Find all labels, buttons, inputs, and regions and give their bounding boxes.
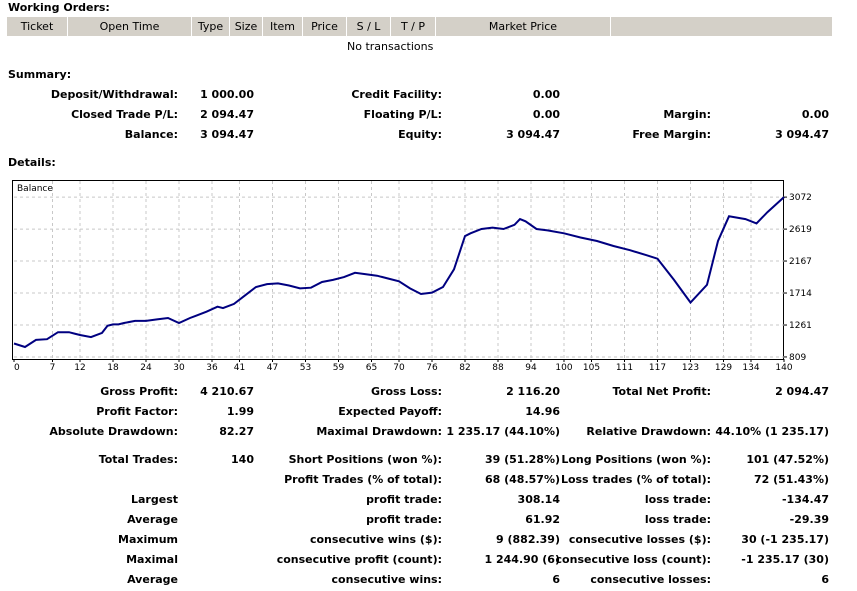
average-profit-label: profit trade:: [366, 513, 442, 526]
absolute-drawdown-label: Absolute Drawdown:: [49, 425, 178, 438]
y-tick-label: 1261: [789, 321, 812, 331]
average-consecutive-label: Average: [127, 573, 178, 586]
largest-loss-label: loss trade:: [644, 493, 711, 506]
maximal-label: Maximal: [126, 553, 178, 566]
average-label: Average: [127, 513, 178, 526]
loss-trades-label: Loss trades (% of total):: [560, 473, 711, 486]
y-tick-label: 3072: [789, 193, 812, 203]
max-consecutive-wins-label: consecutive wins ($):: [309, 533, 442, 546]
profit-factor-value: 1.99: [226, 405, 254, 418]
x-tick-label: 117: [649, 363, 666, 373]
relative-drawdown-value: 44.10% (1 235.17): [715, 425, 829, 438]
long-positions-label: Long Positions (won %):: [561, 453, 711, 466]
avg-consecutive-wins-label: consecutive wins:: [331, 573, 442, 586]
x-tick-label: 105: [583, 363, 600, 373]
maximum-label: Maximum: [118, 533, 178, 546]
max-consecutive-wins-value: 9 (882.39): [496, 533, 560, 546]
largest-profit-value: 308.14: [517, 493, 560, 506]
y-tick-label: 1714: [789, 289, 812, 299]
maximal-drawdown-value: 1 235.17 (44.10%): [446, 425, 560, 438]
x-tick-label: 111: [616, 363, 633, 373]
max-consecutive-losses-value: 30 (-1 235.17): [741, 533, 829, 546]
profit-factor-label: Profit Factor:: [96, 405, 178, 418]
x-tick-label: 41: [234, 363, 245, 373]
x-tick-label: 129: [715, 363, 732, 373]
x-tick-label: 18: [107, 363, 119, 373]
loss-trades-value: 72 (51.43%): [753, 473, 829, 486]
short-positions-value: 39 (51.28%): [484, 453, 560, 466]
x-tick-label: 47: [267, 363, 278, 373]
total-net-profit-label: Total Net Profit:: [612, 385, 712, 398]
largest-label: Largest: [131, 493, 178, 506]
gross-loss-label: Gross Loss:: [371, 385, 442, 398]
largest-loss-value: -134.47: [781, 493, 829, 506]
maximal-consecutive-profit-value: 1 244.90 (6): [484, 553, 560, 566]
x-tick-label: 76: [426, 363, 438, 373]
y-axis-ticks: 809 1261 1714 2167 2619 3072: [784, 193, 812, 363]
x-tick-label: 36: [206, 363, 218, 373]
profit-trades-label: Profit Trades (% of total):: [284, 473, 442, 486]
short-positions-label: Short Positions (won %):: [288, 453, 442, 466]
x-tick-label: 140: [775, 363, 792, 373]
total-trades-label: Total Trades:: [98, 453, 178, 466]
largest-profit-label: profit trade:: [366, 493, 442, 506]
x-tick-label: 53: [300, 363, 311, 373]
profit-trades-value: 68 (48.57%): [484, 473, 560, 486]
y-tick-label: 2167: [789, 257, 812, 267]
gross-profit-value: 4 210.67: [200, 385, 254, 398]
avg-consecutive-losses-label: consecutive losses:: [590, 573, 711, 586]
long-positions-value: 101 (47.52%): [746, 453, 829, 466]
max-consecutive-losses-label: consecutive losses ($):: [568, 533, 711, 546]
x-tick-label: 134: [742, 363, 759, 373]
maximal-consecutive-loss-label: consecutive loss (count):: [555, 553, 711, 566]
x-tick-label: 123: [682, 363, 699, 373]
y-tick-label: 809: [789, 353, 806, 363]
x-tick-label: 30: [173, 363, 185, 373]
x-tick-label: 59: [333, 363, 345, 373]
x-tick-label: 94: [525, 363, 537, 373]
x-tick-label: 82: [459, 363, 470, 373]
avg-consecutive-wins-value: 6: [552, 573, 560, 586]
maximal-drawdown-label: Maximal Drawdown:: [316, 425, 442, 438]
y-tick-label: 2619: [789, 225, 812, 235]
gross-loss-value: 2 116.20: [506, 385, 560, 398]
average-profit-value: 61.92: [525, 513, 560, 526]
relative-drawdown-label: Relative Drawdown:: [586, 425, 711, 438]
x-tick-label: 7: [50, 363, 56, 373]
x-axis-ticks: 0 7 12 18 24 30 36 41 47 53 59 65 70 76 82 88 94 100 105 11…: [13, 359, 793, 373]
total-trades-value: 140: [231, 453, 254, 466]
absolute-drawdown-value: 82.27: [219, 425, 254, 438]
average-loss-label: loss trade:: [644, 513, 711, 526]
expected-payoff-label: Expected Payoff:: [338, 405, 442, 418]
total-net-profit-value: 2 094.47: [775, 385, 829, 398]
average-loss-value: -29.39: [789, 513, 829, 526]
x-tick-label: 24: [140, 363, 152, 373]
x-tick-label: 12: [74, 363, 85, 373]
x-tick-label: 70: [393, 363, 405, 373]
avg-consecutive-losses-value: 6: [821, 573, 829, 586]
x-tick-label: 65: [366, 363, 377, 373]
x-tick-label: 100: [555, 363, 572, 373]
maximal-consecutive-loss-value: -1 235.17 (30): [741, 553, 829, 566]
chart-title: Balance: [17, 184, 53, 194]
gross-profit-label: Gross Profit:: [100, 385, 178, 398]
x-tick-label: 88: [492, 363, 504, 373]
chart-grid: [14, 181, 784, 359]
x-tick-label: 0: [14, 363, 20, 373]
maximal-consecutive-profit-label: consecutive profit (count):: [276, 553, 442, 566]
balance-chart: 0 7 12 18 24 30 36 41 47 53 59 65 70 76 82 88 94 100 105 11…: [13, 181, 812, 373]
expected-payoff-value: 14.96: [525, 405, 560, 418]
